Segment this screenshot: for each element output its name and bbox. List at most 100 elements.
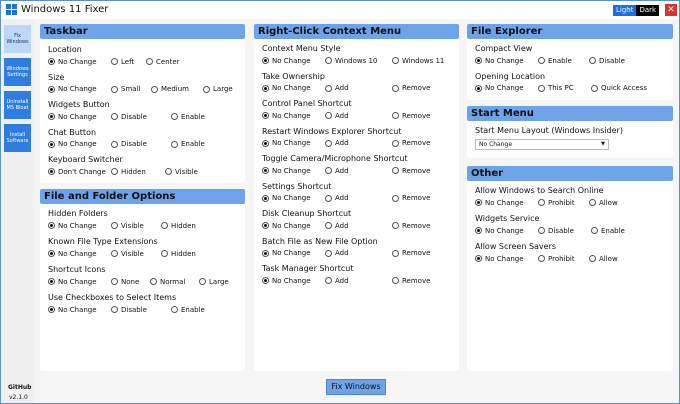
radio-button[interactable] (325, 194, 332, 202)
radio-option[interactable]: No Change (262, 194, 311, 202)
radio-option[interactable]: No Change (48, 278, 97, 286)
radio-option[interactable]: Enable (171, 306, 205, 314)
radio-button[interactable] (538, 84, 545, 92)
radio-option[interactable]: Remove (392, 139, 430, 147)
radio-option[interactable]: No Change (262, 222, 311, 230)
radio-option[interactable]: No Change (475, 255, 524, 263)
github-link[interactable]: GitHub (8, 384, 31, 391)
radio-option[interactable]: Left (111, 58, 134, 66)
radio-option[interactable]: Quick Access (591, 84, 647, 92)
radio-button[interactable] (150, 278, 157, 285)
radio-option[interactable]: No Change (262, 84, 311, 92)
radio-button[interactable] (392, 112, 399, 119)
radio-option[interactable]: Hidden (161, 250, 196, 258)
radio-button[interactable] (262, 222, 269, 229)
radio-option[interactable]: Hidden (111, 168, 146, 176)
radio-button[interactable] (199, 278, 206, 285)
radio-button[interactable] (48, 113, 55, 120)
radio-option[interactable]: Remove (392, 112, 430, 120)
close-button[interactable]: ✕ (665, 4, 677, 16)
radio-option[interactable]: Large (203, 85, 233, 93)
fix-windows-button[interactable]: Fix Windows (326, 379, 386, 395)
radio-button[interactable] (48, 278, 55, 285)
radio-option[interactable]: Remove (392, 249, 430, 257)
radio-button[interactable] (146, 58, 153, 65)
radio-option[interactable]: Disable (111, 140, 147, 148)
radio-button[interactable] (262, 139, 269, 147)
radio-option[interactable]: No Change (475, 227, 524, 235)
radio-button[interactable] (325, 249, 332, 257)
radio-button[interactable] (111, 58, 118, 65)
radio-button[interactable] (325, 222, 332, 229)
radio-button[interactable] (591, 84, 598, 92)
radio-option[interactable]: No Change (48, 306, 97, 314)
radio-option[interactable]: Allow (589, 255, 618, 263)
radio-button[interactable] (475, 57, 482, 64)
radio-option[interactable]: No Change (475, 199, 524, 207)
radio-button[interactable] (392, 249, 399, 257)
radio-option[interactable]: Add (325, 194, 349, 202)
radio-button[interactable] (48, 85, 55, 93)
radio-button[interactable] (538, 57, 545, 64)
radio-option[interactable]: Center (146, 58, 180, 66)
radio-option[interactable]: Remove (392, 84, 430, 92)
radio-button[interactable] (111, 113, 118, 120)
radio-option[interactable]: None (111, 278, 139, 286)
radio-option[interactable]: Allow (589, 199, 618, 207)
radio-button[interactable] (392, 84, 399, 92)
radio-button[interactable] (262, 194, 269, 202)
radio-button[interactable] (111, 222, 118, 229)
radio-option[interactable]: Add (325, 139, 349, 147)
radio-button[interactable] (589, 199, 596, 206)
radio-option[interactable]: Don't Change (48, 168, 106, 176)
radio-button[interactable] (325, 84, 332, 92)
radio-button[interactable] (171, 113, 178, 120)
radio-button[interactable] (161, 250, 168, 257)
radio-option[interactable]: No Change (48, 250, 97, 258)
radio-button[interactable] (111, 168, 118, 175)
radio-option[interactable]: Medium (151, 85, 189, 93)
radio-button[interactable] (161, 222, 168, 229)
radio-button[interactable] (392, 167, 399, 174)
radio-option[interactable]: No Change (262, 57, 311, 65)
radio-button[interactable] (475, 199, 482, 206)
radio-option[interactable]: No Change (262, 112, 311, 120)
radio-option[interactable]: Disable (111, 306, 147, 314)
radio-option[interactable]: This PC (538, 84, 574, 92)
radio-button[interactable] (325, 57, 332, 64)
radio-button[interactable] (538, 255, 545, 262)
radio-button[interactable] (589, 57, 596, 64)
radio-option[interactable]: No Change (48, 85, 97, 93)
radio-button[interactable] (475, 255, 482, 262)
radio-option[interactable]: No Change (262, 277, 311, 285)
radio-button[interactable] (262, 84, 269, 92)
radio-option[interactable]: Visible (111, 250, 144, 258)
radio-button[interactable] (325, 167, 332, 174)
radio-option[interactable]: No Change (48, 140, 97, 148)
radio-option[interactable]: Small (111, 85, 140, 93)
theme-toggle[interactable]: Light Dark (613, 5, 660, 16)
radio-option[interactable]: Add (325, 84, 349, 92)
radio-option[interactable]: Hidden (161, 222, 196, 230)
radio-button[interactable] (475, 84, 482, 92)
radio-button[interactable] (392, 57, 399, 64)
radio-button[interactable] (589, 255, 596, 262)
radio-button[interactable] (538, 227, 545, 234)
radio-button[interactable] (475, 227, 482, 234)
radio-option[interactable]: Disable (111, 113, 147, 121)
sidebar-item-fix-windows[interactable]: Fix Windows (4, 25, 31, 53)
radio-button[interactable] (48, 168, 55, 175)
radio-option[interactable]: Enable (538, 57, 572, 65)
radio-button[interactable] (325, 139, 332, 147)
sidebar-item-install-software[interactable]: Install Software (4, 124, 31, 152)
radio-button[interactable] (111, 85, 118, 93)
radio-button[interactable] (111, 140, 118, 148)
radio-button[interactable] (48, 140, 55, 148)
radio-option[interactable]: Prohibit (538, 255, 575, 263)
radio-option[interactable]: Visible (111, 222, 144, 230)
radio-option[interactable]: Enable (171, 113, 205, 121)
radio-option[interactable]: No Change (262, 167, 311, 175)
radio-button[interactable] (392, 277, 399, 284)
radio-button[interactable] (538, 199, 545, 206)
sidebar-item-uninstall-ms-bloat[interactable]: Uninstall MS Bloat (4, 91, 31, 119)
